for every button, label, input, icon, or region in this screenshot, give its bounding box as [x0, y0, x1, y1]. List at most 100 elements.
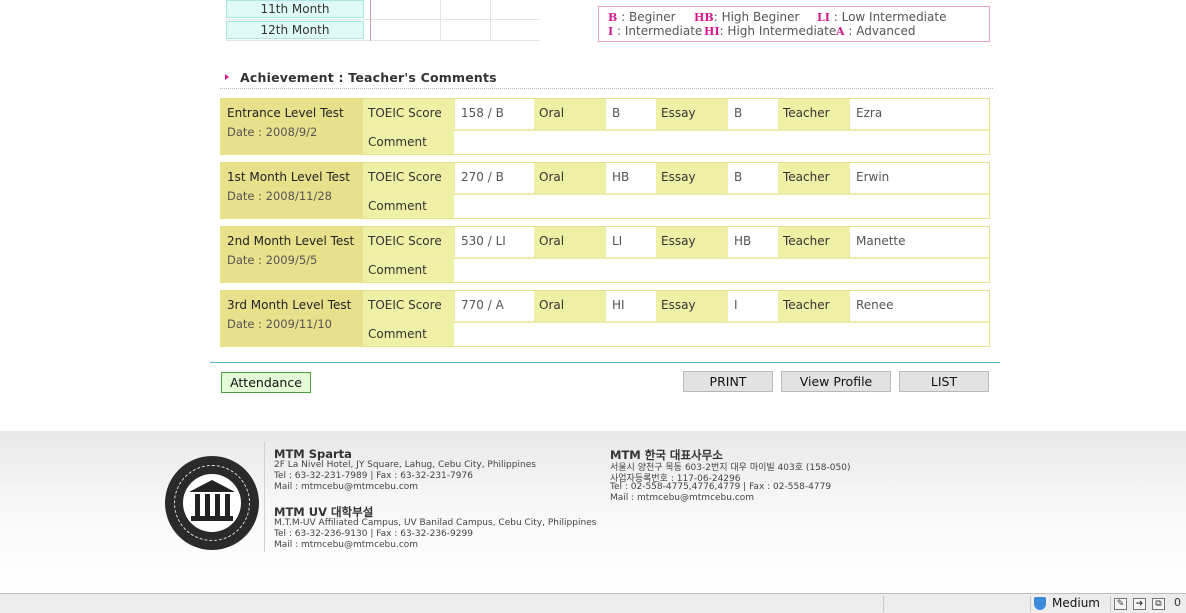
sparta-address: 2F La Nivel Hotel, JY Square, Lahug, Ceb…	[274, 460, 536, 470]
month-row-divider	[226, 40, 540, 41]
view-profile-button[interactable]: View Profile	[781, 371, 891, 392]
teacher-value: Manette	[849, 227, 989, 258]
comment-label: Comment	[363, 322, 454, 346]
test-name-cell: Entrance Level Test Date : 2008/9/2	[221, 99, 363, 154]
teacher-value: Ezra	[849, 99, 989, 130]
toeic-label: TOEIC Score	[363, 227, 454, 258]
essay-value: B	[727, 163, 778, 194]
toeic-label: TOEIC Score	[363, 291, 454, 322]
status-count: 0	[1174, 596, 1181, 609]
toeic-value: 530 / LI	[454, 227, 534, 258]
test-date: Date : 2008/11/28	[227, 189, 332, 203]
essay-label: Essay	[656, 163, 727, 194]
oral-value: LI	[605, 227, 656, 258]
print-button[interactable]: PRINT	[683, 371, 773, 392]
section-title: Achievement : Teacher's Comments	[240, 70, 497, 85]
sparta-title: MTM Sparta	[274, 447, 352, 461]
legend-abbr: LI	[817, 11, 830, 24]
comment-value	[454, 194, 989, 218]
uv-address: M.T.M-UV Affiliated Campus, UV Banilad C…	[274, 518, 597, 528]
legend-text: Low Intermediate	[841, 10, 947, 24]
legend-text: High Intermediate	[727, 24, 837, 38]
footer-separator	[264, 442, 265, 552]
teacher-label: Teacher	[778, 163, 849, 194]
legend-row-2: I : Intermediate HI: High Intermediate A…	[608, 24, 916, 38]
legend-row-1: B : Beginer HB: High Beginer LI : Low In…	[608, 10, 947, 24]
korea-mail: Mail : mtmcebu@mtmcebu.com	[610, 493, 755, 503]
test-entrance: Entrance Level Test Date : 2008/9/2 TOEI…	[220, 98, 990, 155]
oral-value: B	[605, 99, 656, 130]
test-name-cell: 1st Month Level Test Date : 2008/11/28	[221, 163, 363, 218]
comment-value	[454, 322, 989, 346]
teacher-value: Erwin	[849, 163, 989, 194]
teacher-label: Teacher	[778, 291, 849, 322]
test-3rd-month: 3rd Month Level Test Date : 2009/11/10 T…	[220, 290, 990, 347]
essay-label: Essay	[656, 227, 727, 258]
test-name: 1st Month Level Test	[227, 170, 350, 184]
essay-label: Essay	[656, 291, 727, 322]
legend-text: Advanced	[856, 24, 916, 38]
toeic-value: 158 / B	[454, 99, 534, 130]
test-2nd-month: 2nd Month Level Test Date : 2009/5/5 TOE…	[220, 226, 990, 283]
comment-label: Comment	[363, 130, 454, 154]
level-legend: B : Beginer HB: High Beginer LI : Low In…	[598, 6, 990, 42]
edit-icon[interactable]: ✎	[1114, 598, 1127, 610]
test-date: Date : 2009/5/5	[227, 253, 318, 267]
oral-label: Oral	[534, 227, 605, 258]
test-name-cell: 2nd Month Level Test Date : 2009/5/5	[221, 227, 363, 282]
legend-text: Beginer	[629, 10, 676, 24]
test-date: Date : 2008/9/2	[227, 125, 318, 139]
test-date: Date : 2009/11/10	[227, 317, 332, 331]
teacher-label: Teacher	[778, 227, 849, 258]
toeic-value: 270 / B	[454, 163, 534, 194]
security-shield-icon[interactable]	[1034, 597, 1046, 610]
test-1st-month: 1st Month Level Test Date : 2008/11/28 T…	[220, 162, 990, 219]
korea-tel: Tel : 02-558-4775,4776,4779 | Fax : 02-5…	[610, 482, 832, 492]
oral-label: Oral	[534, 163, 605, 194]
month-cell-11: 11th Month	[226, 0, 364, 18]
month-cell-12: 12th Month	[226, 21, 364, 39]
legend-abbr: B	[608, 11, 618, 24]
essay-label: Essay	[656, 99, 727, 130]
essay-value: I	[727, 291, 778, 322]
section-divider	[220, 88, 993, 89]
oral-label: Oral	[534, 99, 605, 130]
forward-icon[interactable]: ➔	[1133, 598, 1146, 610]
month-col-divider	[370, 0, 371, 41]
test-name: Entrance Level Test	[227, 106, 344, 120]
content-divider	[210, 362, 1000, 363]
comment-value	[454, 130, 989, 154]
legend-text: Intermediate	[624, 24, 703, 38]
comment-label: Comment	[363, 194, 454, 218]
teacher-value: Renee	[849, 291, 989, 322]
comment-value	[454, 258, 989, 282]
test-name: 3rd Month Level Test	[227, 298, 352, 312]
uv-tel: Tel : 63-32-236-9130 | Fax : 63-32-236-9…	[274, 529, 473, 539]
oral-label: Oral	[534, 291, 605, 322]
academy-seal-logo	[165, 456, 259, 550]
comment-label: Comment	[363, 258, 454, 282]
oral-value: HI	[605, 291, 656, 322]
month-col-divider	[440, 0, 441, 41]
test-name: 2nd Month Level Test	[227, 234, 355, 248]
month-row-divider	[226, 19, 540, 20]
oral-value: HB	[605, 163, 656, 194]
security-zone-label[interactable]: Medium	[1052, 596, 1100, 610]
toeic-value: 770 / A	[454, 291, 534, 322]
browser-status-bar: Medium ✎ ➔ ⧉ 0	[0, 593, 1186, 613]
list-button[interactable]: LIST	[899, 371, 989, 392]
popup-blocker-icon[interactable]: ⧉	[1152, 598, 1165, 610]
sparta-mail: Mail : mtmcebu@mtmcebu.com	[274, 482, 419, 492]
legend-abbr: I	[608, 25, 614, 38]
toeic-label: TOEIC Score	[363, 99, 454, 130]
section-bullet-icon	[225, 74, 229, 80]
test-name-cell: 3rd Month Level Test Date : 2009/11/10	[221, 291, 363, 346]
uv-mail: Mail : mtmcebu@mtmcebu.com	[274, 540, 419, 550]
toeic-label: TOEIC Score	[363, 163, 454, 194]
legend-abbr: HB	[694, 11, 714, 24]
essay-value: HB	[727, 227, 778, 258]
attendance-button[interactable]: Attendance	[221, 372, 311, 393]
month-col-divider	[490, 0, 491, 41]
teacher-label: Teacher	[778, 99, 849, 130]
essay-value: B	[727, 99, 778, 130]
